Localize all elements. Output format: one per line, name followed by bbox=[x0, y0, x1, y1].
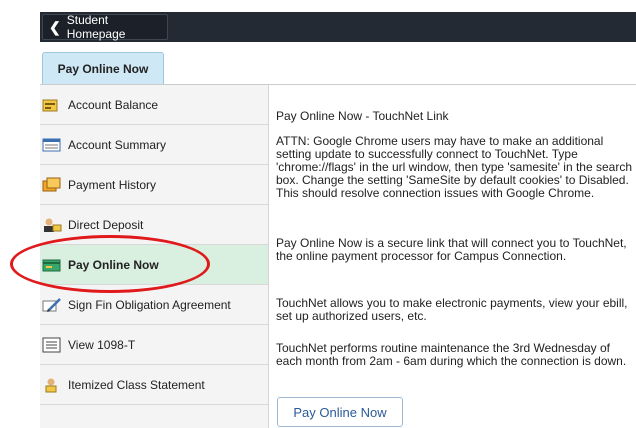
sidebar-item-account-balance[interactable]: Account Balance bbox=[40, 85, 268, 125]
sign-agreement-icon bbox=[42, 297, 62, 313]
maintenance-paragraph: TouchNet performs routine maintenance th… bbox=[276, 341, 627, 368]
sidebar-item-account-summary[interactable]: Account Summary bbox=[40, 125, 268, 165]
sidebar-item-sign-fin-obligation-agreement[interactable]: Sign Fin Obligation Agreement bbox=[40, 285, 268, 325]
back-button-label: Student Homepage bbox=[66, 13, 126, 41]
student-homepage-back-button[interactable]: ❮ Student Homepage bbox=[42, 13, 168, 41]
sidebar-item-label: Account Balance bbox=[68, 97, 159, 112]
sidebar-item-label: Account Summary bbox=[68, 137, 167, 152]
tab-row: Pay Online Now bbox=[40, 42, 636, 85]
chrome-notice-paragraph: ATTN: Google Chrome users may have to ma… bbox=[276, 134, 633, 200]
pay-online-icon bbox=[42, 257, 62, 273]
sidebar-item-label: Pay Online Now bbox=[68, 257, 159, 272]
tab-pay-online-now[interactable]: Pay Online Now bbox=[42, 52, 164, 84]
touchnet-features-paragraph: TouchNet allows you to make electronic p… bbox=[276, 296, 628, 323]
sidebar-navigation: Account Balance Account Summary Payment … bbox=[40, 85, 269, 428]
chevron-left-icon: ❮ bbox=[49, 18, 61, 35]
sidebar-item-itemized-class-statement[interactable]: Itemized Class Statement bbox=[40, 365, 268, 405]
sidebar-item-label: Payment History bbox=[68, 177, 157, 192]
account-balance-icon bbox=[42, 97, 62, 113]
top-navigation-bar: ❮ Student Homepage bbox=[40, 12, 636, 42]
touchnet-intro-paragraph: Pay Online Now is a secure link that wil… bbox=[276, 236, 627, 263]
sidebar-item-label: Direct Deposit bbox=[68, 217, 144, 232]
sidebar-item-payment-history[interactable]: Payment History bbox=[40, 165, 268, 205]
account-summary-icon bbox=[42, 137, 62, 153]
sidebar-item-pay-online-now[interactable]: Pay Online Now bbox=[40, 245, 268, 285]
class-statement-icon bbox=[42, 377, 62, 393]
sidebar-item-label: Itemized Class Statement bbox=[68, 377, 205, 392]
payment-history-icon bbox=[42, 177, 62, 193]
tax-form-icon bbox=[42, 337, 62, 353]
direct-deposit-icon bbox=[42, 217, 62, 233]
pay-online-now-button[interactable]: Pay Online Now bbox=[277, 397, 403, 427]
sidebar-item-view-1098-t[interactable]: View 1098-T bbox=[40, 325, 268, 365]
sidebar-item-label: View 1098-T bbox=[68, 337, 136, 352]
sidebar-item-label: Sign Fin Obligation Agreement bbox=[68, 297, 231, 312]
page-title: Pay Online Now - TouchNet Link bbox=[276, 109, 449, 123]
sidebar-item-direct-deposit[interactable]: Direct Deposit bbox=[40, 205, 268, 245]
